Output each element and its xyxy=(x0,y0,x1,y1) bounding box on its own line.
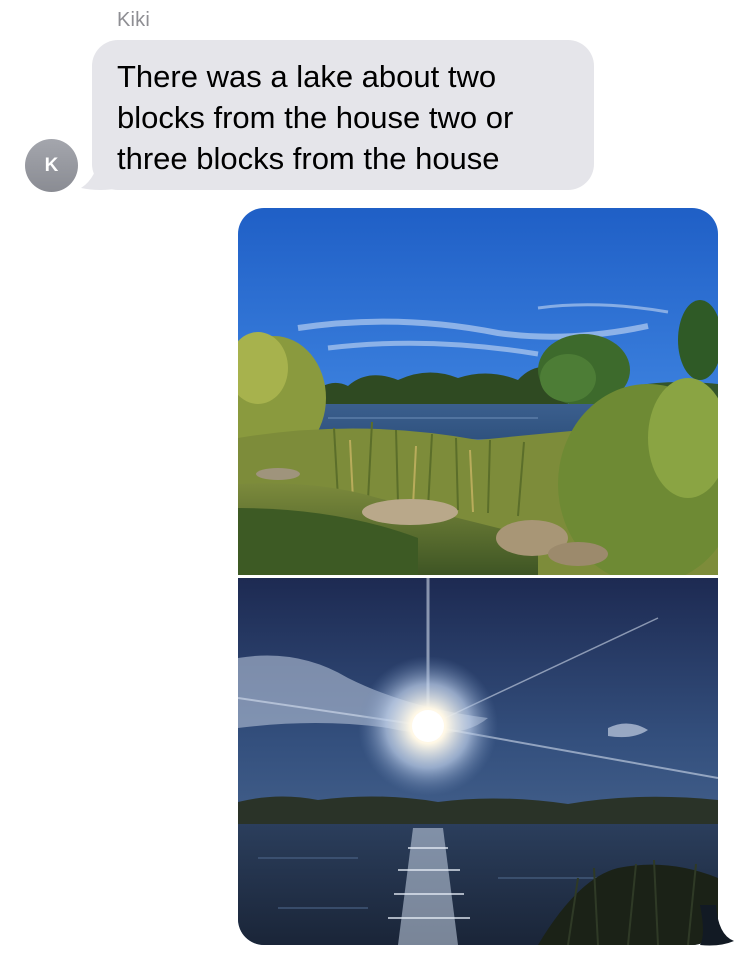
message-bubble[interactable]: There was a lake about two blocks from t… xyxy=(92,40,594,190)
lake-daytime-photo[interactable] xyxy=(238,208,718,575)
lake-sunset-photo[interactable] xyxy=(238,578,718,945)
message-text: There was a lake about two blocks from t… xyxy=(117,59,514,176)
avatar-initial: K xyxy=(44,154,59,176)
avatar[interactable]: K xyxy=(25,139,78,192)
photo-attachment-group[interactable] xyxy=(238,208,718,945)
sender-name: Kiki xyxy=(117,9,151,31)
